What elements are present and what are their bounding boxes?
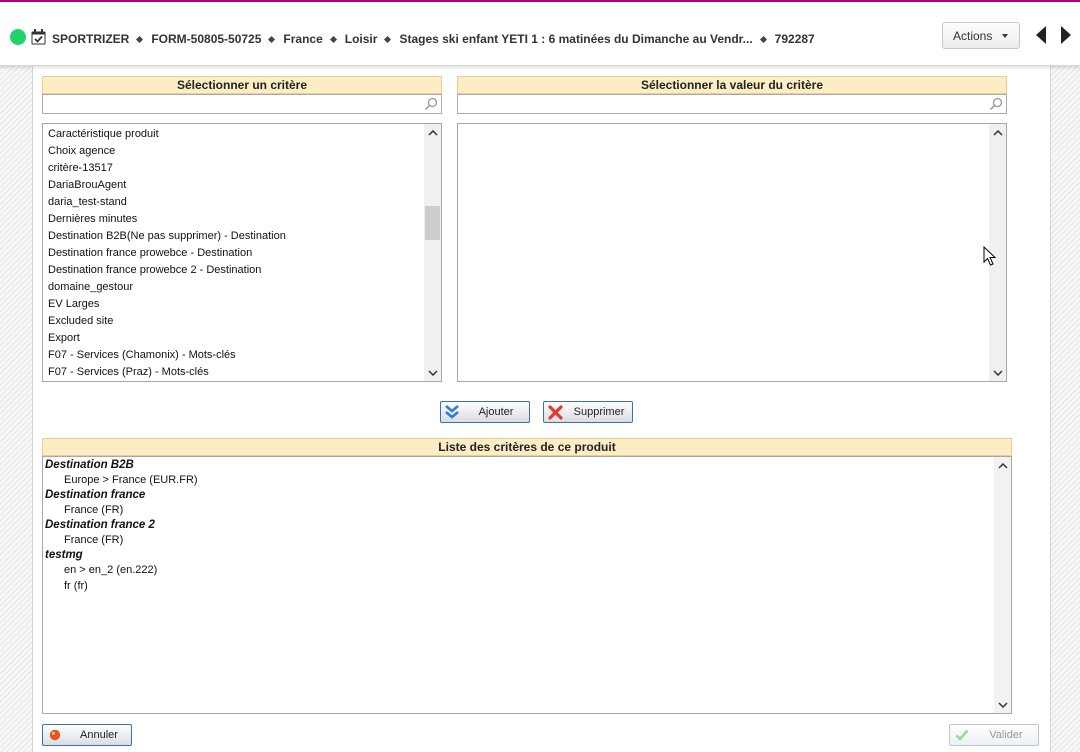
criteria-group-value[interactable]: fr (fr): [45, 578, 993, 595]
criteria-search-input[interactable]: [42, 94, 442, 114]
search-icon[interactable]: [989, 97, 1003, 111]
criteria-listbox[interactable]: Caractéristique produit Choix agence cri…: [42, 123, 442, 382]
breadcrumb-item[interactable]: SPORTRIZER: [52, 32, 129, 46]
top-bar: SPORTRIZER FORM-50805-50725 France Loisi…: [0, 0, 1080, 66]
double-chevron-down-icon: [441, 405, 463, 419]
remove-button[interactable]: Supprimer: [543, 401, 633, 423]
criteria-list-item[interactable]: domaine_gestour: [48, 279, 423, 296]
breadcrumb-separator-icon: [759, 35, 767, 43]
add-button[interactable]: Ajouter: [440, 401, 530, 423]
previous-arrow-icon[interactable]: [1036, 26, 1046, 44]
breadcrumb-item[interactable]: Loisir: [345, 32, 378, 46]
criteria-list-item[interactable]: Dernières minutes: [48, 211, 423, 228]
criteria-group-value[interactable]: France (FR): [45, 533, 993, 548]
breadcrumb-separator-icon: [329, 35, 337, 43]
value-search-input[interactable]: [457, 94, 1007, 114]
criteria-group-value[interactable]: Europe > France (EUR.FR): [45, 473, 993, 488]
chevron-up-icon[interactable]: [989, 124, 1006, 141]
next-arrow-icon[interactable]: [1061, 26, 1071, 44]
chevron-up-icon[interactable]: [994, 457, 1011, 474]
criteria-list-item[interactable]: EV Larges: [48, 296, 423, 313]
criteria-group-value[interactable]: France (FR): [45, 503, 993, 518]
breadcrumb-separator-icon: [268, 35, 276, 43]
actions-dropdown-button[interactable]: Actions: [942, 22, 1020, 49]
criteria-list-item[interactable]: F07 - Services (Chamonix) - Mots-clés: [48, 347, 423, 364]
criteria-group-name[interactable]: Destination B2B: [45, 458, 993, 473]
validate-label: Valider: [989, 729, 1023, 741]
criteria-group-value[interactable]: en > en_2 (en.222): [45, 563, 993, 578]
product-criteria-listbox[interactable]: Destination B2B Europe > France (EUR.FR)…: [42, 456, 1012, 714]
criteria-list-item[interactable]: Export: [48, 330, 423, 347]
value-listbox[interactable]: [457, 123, 1007, 382]
criteria-list: Caractéristique produit Choix agence cri…: [48, 126, 423, 381]
value-panel-title: Sélectionner la valeur du critère: [457, 76, 1007, 94]
criteria-list-item[interactable]: Destination france prowebce - Destinatio…: [48, 245, 423, 262]
breadcrumb-separator-icon: [136, 35, 144, 43]
scrollbar-thumb[interactable]: [425, 206, 440, 240]
criteria-panel-title: Sélectionner un critère: [42, 76, 442, 94]
status-indicator-icon: [10, 29, 26, 45]
criteria-scrollbar[interactable]: [424, 124, 441, 381]
chevron-down-icon[interactable]: [994, 696, 1011, 713]
breadcrumb: SPORTRIZER FORM-50805-50725 France Loisi…: [52, 31, 815, 47]
validate-button[interactable]: Valider: [949, 724, 1039, 746]
criteria-list-item[interactable]: Caractéristique produit: [48, 126, 423, 143]
chevron-down-icon[interactable]: [989, 364, 1006, 381]
criteria-list-item[interactable]: Excluded site: [48, 313, 423, 330]
breadcrumb-item[interactable]: Stages ski enfant YETI 1 : 6 matinées du…: [399, 32, 752, 46]
criteria-group-name[interactable]: testmg: [45, 548, 993, 563]
product-criteria-list: Destination B2B Europe > France (EUR.FR)…: [45, 458, 993, 595]
remove-label: Supprimer: [573, 406, 625, 418]
chevron-up-icon[interactable]: [424, 124, 441, 141]
criteria-list-item[interactable]: critère-13517: [48, 160, 423, 177]
breadcrumb-item[interactable]: 792287: [775, 32, 815, 46]
chevron-down-icon[interactable]: [424, 364, 441, 381]
red-dot-icon: [43, 729, 67, 741]
close-x-icon: [544, 404, 566, 420]
cancel-label: Annuler: [80, 729, 118, 741]
criteria-list-item[interactable]: DariaBrouAgent: [48, 177, 423, 194]
search-icon[interactable]: [424, 97, 438, 111]
criteria-group-name[interactable]: Destination france 2: [45, 518, 993, 533]
criteria-list-item[interactable]: Destination B2B(Ne pas supprimer) - Dest…: [48, 228, 423, 245]
criteria-list-item[interactable]: daria_test-stand: [48, 194, 423, 211]
breadcrumb-item[interactable]: FORM-50805-50725: [151, 32, 261, 46]
product-criteria-scrollbar[interactable]: [994, 457, 1011, 713]
calendar-check-icon: [31, 29, 46, 45]
cancel-button[interactable]: Annuler: [42, 724, 132, 746]
checkmark-icon: [950, 729, 974, 741]
caret-down-icon: [1002, 34, 1008, 38]
add-label: Ajouter: [478, 406, 514, 418]
product-criteria-title: Liste des critères de ce produit: [42, 438, 1012, 456]
mouse-cursor-icon: [983, 245, 997, 267]
actions-label: Actions: [953, 28, 993, 43]
criteria-group-name[interactable]: Destination france: [45, 488, 993, 503]
criteria-list-item[interactable]: F07 - Services (Praz) - Mots-clés: [48, 364, 423, 381]
criteria-list-item[interactable]: Choix agence: [48, 143, 423, 160]
breadcrumb-item[interactable]: France: [283, 32, 322, 46]
breadcrumb-separator-icon: [384, 35, 392, 43]
criteria-list-item[interactable]: Destination france prowebce 2 - Destinat…: [48, 262, 423, 279]
